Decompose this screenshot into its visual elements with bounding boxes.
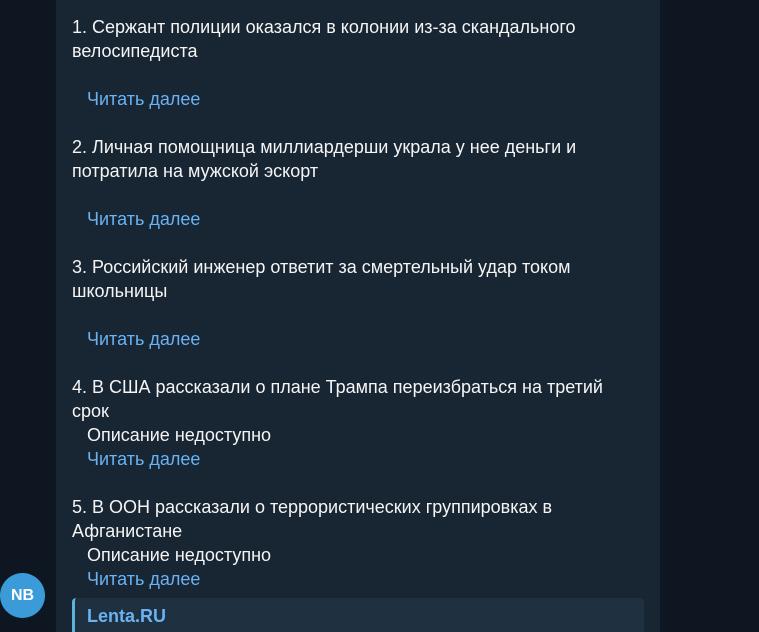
news-item-title-continued: Афганистане xyxy=(72,521,183,541)
read-more-link[interactable]: Читать далее xyxy=(72,207,644,231)
read-more-link[interactable]: Читать далее xyxy=(72,87,644,111)
news-item-title: 3. Российский инженер ответит за смертел… xyxy=(72,257,571,277)
news-item-title-continued: срок xyxy=(72,401,109,421)
news-item-title: 5. В ООН рассказали о террористических г… xyxy=(72,497,553,517)
link-preview-site-name: Lenta.RU xyxy=(87,606,167,626)
read-more-link[interactable]: Читать далее xyxy=(72,447,644,471)
news-item-title-continued: школьницы xyxy=(72,281,168,301)
news-item-1: 1. Сержант полиции оказался в колонии из… xyxy=(72,15,644,111)
avatar-initials: NB xyxy=(10,586,35,604)
news-item-title: 1. Сержант полиции оказался в колонии из… xyxy=(72,17,576,37)
news-item-4: 4. В США рассказали о плане Трампа переи… xyxy=(72,375,644,471)
news-item-title-continued: потратила на мужской эскорт xyxy=(72,161,319,181)
link-preview[interactable]: Lenta.RU xyxy=(72,598,644,632)
news-item-title: 4. В США рассказали о плане Трампа переи… xyxy=(72,377,603,397)
news-item-5: 5. В ООН рассказали о террористических г… xyxy=(72,495,644,591)
news-item-3: 3. Российский инженер ответит за смертел… xyxy=(72,255,644,351)
news-item-title-continued: велосипедиста xyxy=(72,41,198,61)
read-more-link[interactable]: Читать далее xyxy=(72,567,644,591)
message-bubble: 1. Сержант полиции оказался в колонии из… xyxy=(56,0,660,632)
avatar[interactable]: NB xyxy=(0,573,45,618)
chat-area: 1. Сержант полиции оказался в колонии из… xyxy=(0,0,759,632)
news-item-description: Описание недоступно xyxy=(87,545,272,565)
news-item-title: 2. Личная помощница миллиардерши украла … xyxy=(72,137,577,157)
news-item-2: 2. Личная помощница миллиардерши украла … xyxy=(72,135,644,231)
read-more-link[interactable]: Читать далее xyxy=(72,327,644,351)
news-item-description: Описание недоступно xyxy=(87,425,272,445)
